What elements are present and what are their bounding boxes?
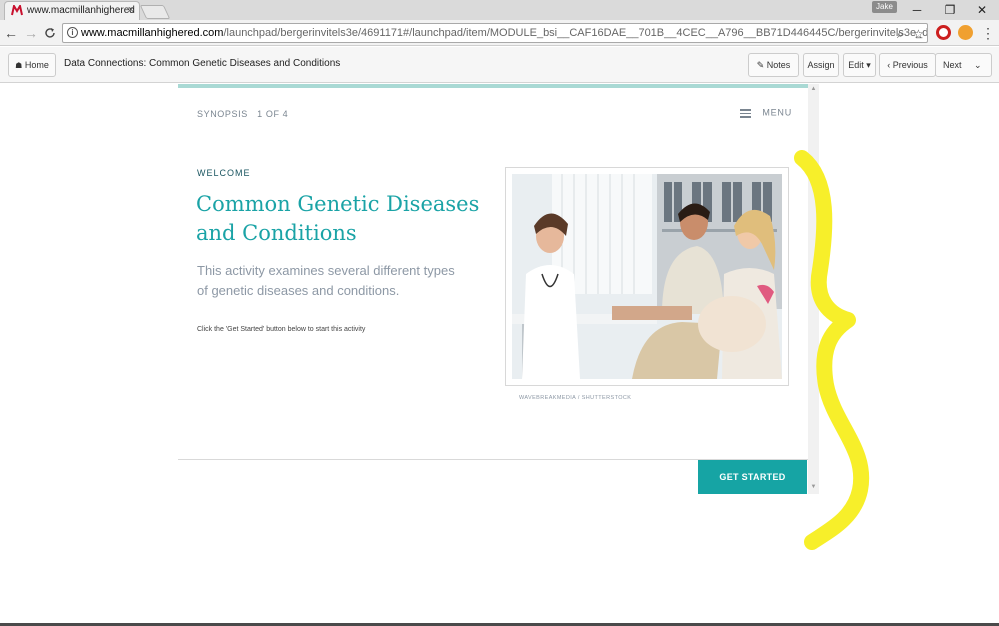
pencil-icon: ✎: [756, 60, 765, 70]
macmillan-favicon-icon: [11, 5, 23, 16]
browser-toolbar: ← → i www.macmillanhighered.com/launchpa…: [0, 20, 999, 46]
home-icon: ☗: [15, 61, 23, 70]
restore-button[interactable]: ❐: [938, 2, 962, 18]
browser-menu-icon[interactable]: ⋮: [980, 24, 996, 42]
url-domain: www.macmillanhighered.com: [81, 27, 224, 39]
notes-button[interactable]: ✎ Notes: [748, 53, 799, 77]
edit-dropdown-button[interactable]: Edit ▾: [843, 53, 876, 77]
tab-close-icon[interactable]: ×: [128, 4, 134, 16]
chevron-down-icon: ⌄: [974, 60, 982, 70]
activity-menu-button[interactable]: MENU: [740, 107, 792, 120]
forward-button[interactable]: →: [23, 24, 39, 42]
next-button[interactable]: Next ⌄: [935, 53, 992, 77]
address-bar[interactable]: i www.macmillanhighered.com/launchpad/be…: [62, 23, 928, 43]
close-window-button[interactable]: ✕: [970, 2, 994, 18]
emoji-extension-icon[interactable]: [958, 25, 973, 40]
activity-photo: [505, 167, 789, 386]
chevron-left-icon: ‹: [887, 60, 891, 70]
assign-button[interactable]: Assign: [803, 53, 839, 77]
tab-title: www.macmillanhighered: [27, 5, 135, 16]
instruction-text: Click the 'Get Started' button below to …: [197, 326, 366, 333]
menu-label: MENU: [762, 107, 793, 118]
launchpad-header: ☗ Home Data Connections: Common Genetic …: [0, 47, 999, 83]
yellow-highlight-scribble: [794, 150, 870, 550]
notes-label: Notes: [766, 60, 791, 70]
minimize-button[interactable]: ─: [905, 2, 929, 18]
next-label: Next: [943, 60, 962, 70]
zoom-icon[interactable]: ⌕: [897, 25, 904, 42]
site-info-icon[interactable]: i: [67, 27, 78, 38]
home-label: Home: [24, 60, 49, 70]
home-button[interactable]: ☗ Home: [8, 53, 56, 77]
previous-label: Previous: [892, 60, 928, 70]
doctor-consultation-photo: [512, 174, 782, 379]
scroll-up-arrow-icon[interactable]: ▲: [808, 84, 819, 94]
page-indicator: 1 OF 4: [257, 109, 289, 119]
url-path: /launchpad/bergerinvitels3e/4691171#/lau…: [223, 27, 928, 39]
page-title: Data Connections: Common Genetic Disease…: [64, 58, 341, 69]
photo-credit: WAVEBREAKMEDIA / SHUTTERSTOCK: [519, 395, 632, 401]
opera-extension-icon[interactable]: [936, 25, 951, 40]
browser-tab[interactable]: www.macmillanhighered ×: [4, 1, 140, 20]
profile-badge[interactable]: Jake: [872, 1, 897, 13]
new-tab-button[interactable]: [139, 5, 171, 19]
activity-title: Common Genetic Diseases and Conditions: [196, 192, 480, 245]
browser-tab-strip: www.macmillanhighered × Jake ─ ❐ ✕: [0, 0, 999, 20]
bookmark-star-icon[interactable]: ☆: [913, 25, 924, 42]
hamburger-icon: [740, 107, 751, 120]
previous-button[interactable]: ‹ Previous: [879, 53, 936, 77]
back-button[interactable]: ←: [3, 24, 19, 42]
reload-button[interactable]: [42, 24, 58, 42]
synopsis-label: SYNOPSIS: [197, 109, 248, 119]
intro-text: This activity examines several different…: [197, 263, 455, 298]
reload-icon: [45, 28, 55, 38]
synopsis-indicator: SYNOPSIS 1 OF 4: [197, 109, 288, 119]
header-stripe: [178, 84, 810, 88]
welcome-label: WELCOME: [197, 168, 251, 178]
